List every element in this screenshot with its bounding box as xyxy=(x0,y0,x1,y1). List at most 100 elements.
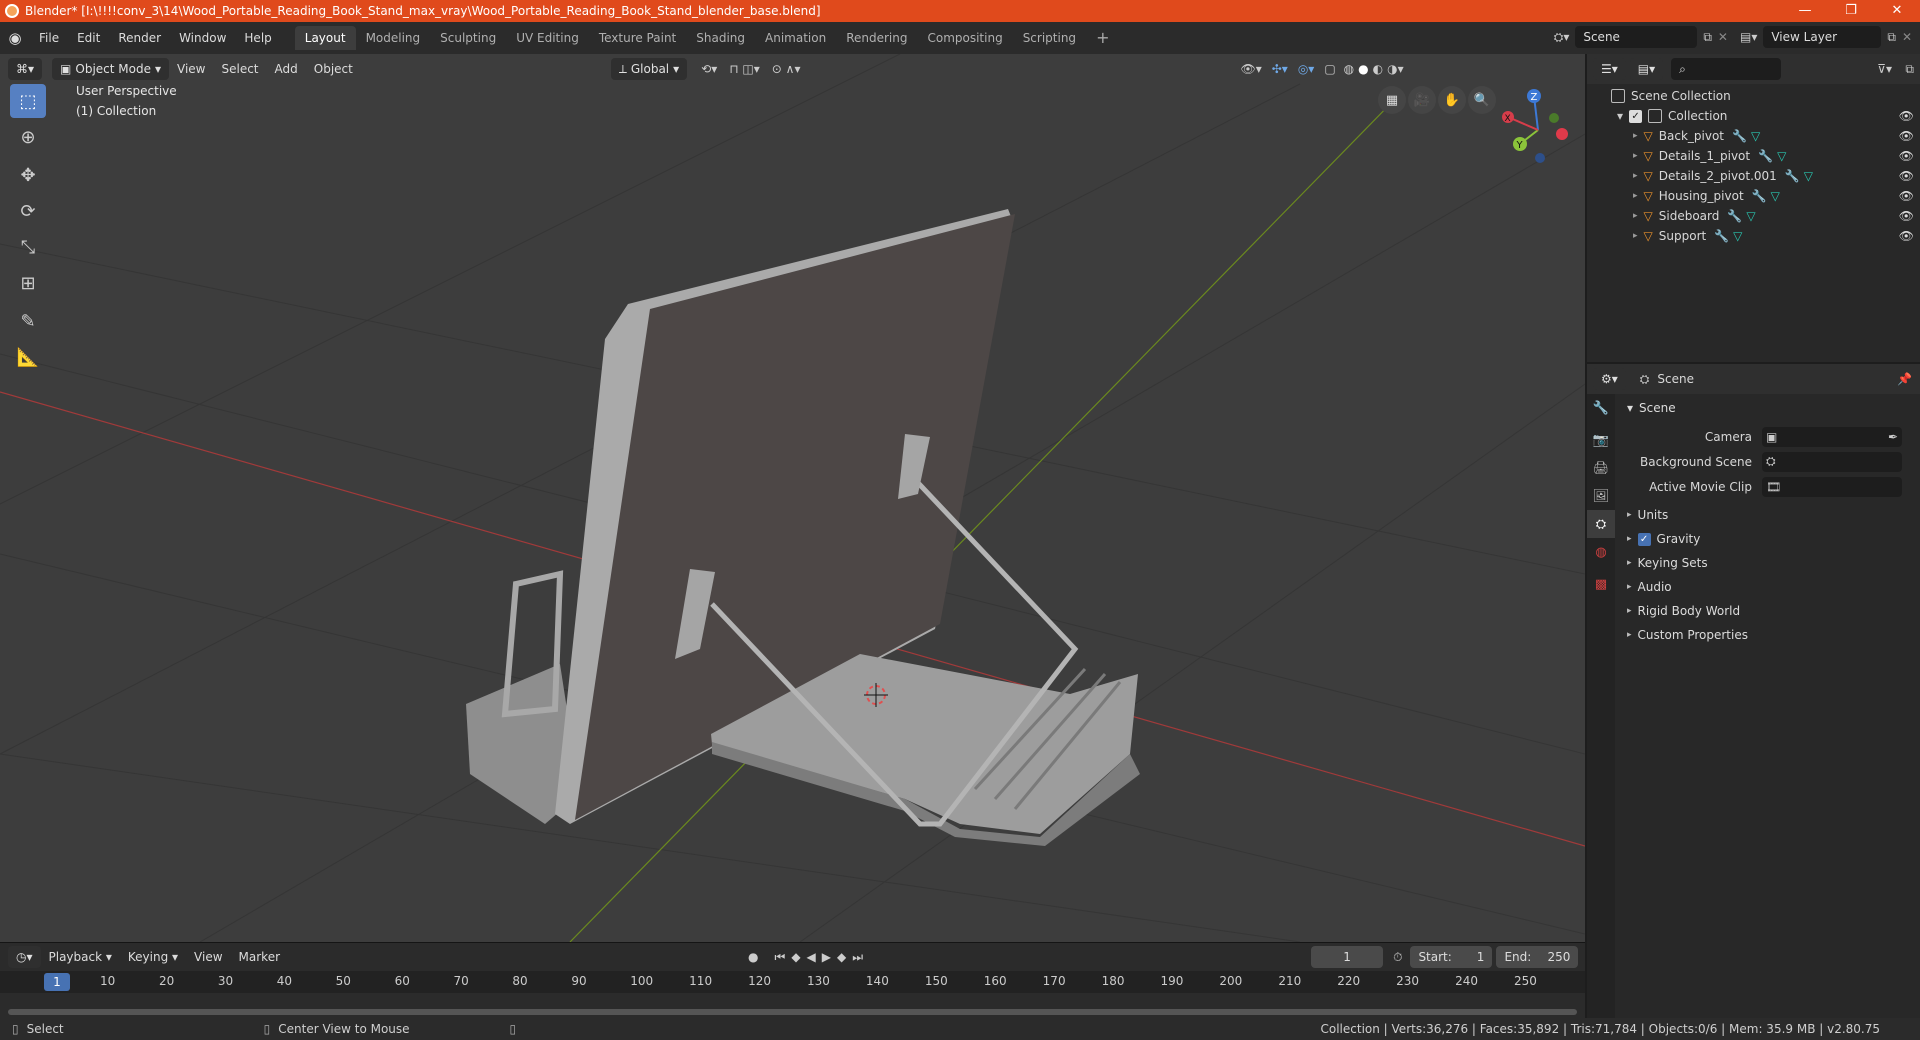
collapse-collection-icon[interactable]: ▾ xyxy=(1617,109,1623,123)
new-collection-icon[interactable]: ⧉ xyxy=(1905,62,1914,77)
shading-solid-icon[interactable]: ● xyxy=(1358,62,1368,76)
cursor-tool-icon[interactable]: ⊕ xyxy=(10,120,46,154)
tab-rendering[interactable]: Rendering xyxy=(836,26,917,50)
stopwatch-icon[interactable]: ⏱ xyxy=(1393,950,1402,965)
modifier-icon[interactable]: 🔧 xyxy=(1732,129,1747,143)
visibility-eye-icon[interactable]: 👁 xyxy=(1899,129,1914,143)
end-frame-field[interactable]: End: 250 xyxy=(1496,946,1579,968)
tab-texture-paint[interactable]: Texture Paint xyxy=(589,26,686,50)
expand-item-icon[interactable]: ▸ xyxy=(1633,171,1638,181)
output-tab-icon[interactable]: 🖨 xyxy=(1587,454,1615,482)
scene-collection-row[interactable]: Scene Collection xyxy=(1587,86,1920,106)
outliner-editor-type-button[interactable]: ☰▾ xyxy=(1593,58,1626,80)
current-frame-field[interactable]: 1 xyxy=(1311,946,1384,968)
camera-view-icon[interactable]: 🎥 xyxy=(1408,86,1436,114)
menu-window[interactable]: Window xyxy=(170,22,235,54)
play-reverse-button[interactable]: ◀ xyxy=(807,950,816,964)
timeline-frame-ruler[interactable]: 1 10 20 30 40 50 60 70 80 90 100 110 120 130 140 150 160… xyxy=(0,971,1585,993)
scene-tab-icon[interactable]: ⛭ xyxy=(1587,510,1615,538)
jump-end-button[interactable]: ⏭ xyxy=(852,950,863,965)
view-layer-tab-icon[interactable]: 🖼 xyxy=(1587,482,1615,510)
tab-uv-editing[interactable]: UV Editing xyxy=(506,26,589,50)
outliner-item[interactable]: ▸ ▽ Details_2_pivot.001 🔧 ▽ 👁 xyxy=(1587,166,1920,186)
mesh-data-icon[interactable]: ▽ xyxy=(1771,189,1780,203)
outliner-item[interactable]: ▸ ▽ Support 🔧 ▽ 👁 xyxy=(1587,226,1920,246)
menu-render[interactable]: Render xyxy=(109,22,170,54)
expand-item-icon[interactable]: ▸ xyxy=(1633,191,1638,201)
shading-material-icon[interactable]: ◐ xyxy=(1373,62,1383,76)
new-scene-icon[interactable]: ⧉ xyxy=(1703,30,1712,45)
expand-item-icon[interactable]: ▸ xyxy=(1633,131,1638,141)
minimize-button[interactable]: — xyxy=(1782,0,1828,22)
world-tab-icon[interactable]: ◍ xyxy=(1587,538,1615,566)
camera-field[interactable]: ▣ ✒ xyxy=(1762,426,1902,447)
expand-item-icon[interactable]: ▸ xyxy=(1633,151,1638,161)
new-view-layer-icon[interactable]: ⧉ xyxy=(1887,30,1896,45)
expand-item-icon[interactable]: ▸ xyxy=(1633,211,1638,221)
prev-keyframe-button[interactable]: ◆ xyxy=(791,950,800,964)
collection-checkbox[interactable]: ✓ xyxy=(1629,109,1643,123)
modifier-icon[interactable]: 🔧 xyxy=(1752,189,1767,203)
pivot-point-icon[interactable]: ⟲▾ xyxy=(701,62,717,76)
menu-edit[interactable]: Edit xyxy=(68,22,109,54)
modifier-icon[interactable]: 🔧 xyxy=(1714,229,1729,243)
visibility-eye-icon[interactable]: 👁 xyxy=(1899,229,1914,243)
start-frame-field[interactable]: Start: 1 xyxy=(1410,946,1493,968)
properties-section[interactable]: ▸ ✓ Gravity xyxy=(1617,527,1920,551)
mode-selector[interactable]: ▣ Object Mode ▾ xyxy=(52,58,169,80)
viewport-menu-object[interactable]: Object xyxy=(306,62,361,76)
menu-file[interactable]: File xyxy=(30,22,68,54)
add-workspace-button[interactable]: + xyxy=(1086,26,1119,50)
properties-section[interactable]: ▸ Rigid Body World xyxy=(1617,599,1920,623)
gizmo-toggle-icon[interactable]: ✣▾ xyxy=(1272,62,1288,76)
select-box-tool-icon[interactable]: ⬚ xyxy=(10,84,46,118)
tab-modeling[interactable]: Modeling xyxy=(356,26,431,50)
record-button[interactable]: ● xyxy=(748,950,758,964)
visibility-icon[interactable]: 👁▾ xyxy=(1240,62,1261,76)
viewport-menu-view[interactable]: View xyxy=(169,62,213,76)
mesh-data-icon[interactable]: ▽ xyxy=(1733,229,1742,243)
properties-section[interactable]: ▸ Audio xyxy=(1617,575,1920,599)
properties-section[interactable]: ▸ Keying Sets xyxy=(1617,551,1920,575)
scene-icon[interactable]: ⛭▾ xyxy=(1554,30,1570,45)
outliner-search-input[interactable]: ⌕ xyxy=(1671,58,1782,80)
rotate-tool-icon[interactable]: ⟳ xyxy=(10,194,46,228)
texture-tab-icon[interactable]: ▩ xyxy=(1587,570,1615,598)
modifier-icon[interactable]: 🔧 xyxy=(1727,209,1742,223)
timeline-menu-keying[interactable]: Keying ▾ xyxy=(120,950,186,964)
outliner-item[interactable]: ▸ ▽ Sideboard 🔧 ▽ 👁 xyxy=(1587,206,1920,226)
timeline-menu-playback[interactable]: Playback ▾ xyxy=(41,950,120,964)
collection-row[interactable]: ▾ ✓ Collection 👁 xyxy=(1587,106,1920,126)
play-button[interactable]: ▶ xyxy=(822,950,831,964)
proportional-edit-icon[interactable]: ⊙ ∧▾ xyxy=(772,62,801,76)
editor-type-button[interactable]: ⌘▾ xyxy=(8,58,43,80)
tab-shading[interactable]: Shading xyxy=(686,26,755,50)
measure-tool-icon[interactable]: 📐 xyxy=(10,340,46,374)
zoom-view-icon[interactable]: 🔍 xyxy=(1468,86,1496,114)
menu-help[interactable]: Help xyxy=(235,22,280,54)
modifier-icon[interactable]: 🔧 xyxy=(1758,149,1773,163)
3d-viewport[interactable]: ⌘▾ ▣ Object Mode ▾ View Select Add Objec… xyxy=(0,54,1585,942)
properties-editor-type-button[interactable]: ⚙▾ xyxy=(1593,368,1626,390)
overlay-toggle-icon[interactable]: ◎▾ xyxy=(1298,62,1315,76)
move-tool-icon[interactable]: ✥ xyxy=(10,158,46,192)
pin-icon[interactable]: 📌 xyxy=(1897,372,1912,386)
blender-menu-icon[interactable]: ◉ xyxy=(0,29,30,47)
mesh-data-icon[interactable]: ▽ xyxy=(1751,129,1760,143)
viewport-menu-select[interactable]: Select xyxy=(213,62,266,76)
navigation-gizmo[interactable]: Z Y X xyxy=(1500,84,1580,164)
visibility-eye-icon[interactable]: 👁 xyxy=(1899,209,1914,223)
scale-tool-icon[interactable]: ⤡ xyxy=(10,230,46,264)
remove-view-layer-icon[interactable]: ✕ xyxy=(1902,30,1912,44)
pan-view-icon[interactable]: ✋ xyxy=(1438,86,1466,114)
expand-item-icon[interactable]: ▸ xyxy=(1633,231,1638,241)
properties-section[interactable]: ▸ Units xyxy=(1617,503,1920,527)
next-keyframe-button[interactable]: ◆ xyxy=(837,950,846,964)
snap-icon[interactable]: ⊓ ◫▾ xyxy=(729,62,760,76)
properties-section[interactable]: ▸ Custom Properties xyxy=(1617,623,1920,647)
viewport-menu-add[interactable]: Add xyxy=(267,62,306,76)
eyedropper-icon[interactable]: ✒ xyxy=(1888,430,1898,444)
transform-orientation-selector[interactable]: ⟂ Global ▾ xyxy=(610,58,688,80)
shading-rendered-icon[interactable]: ◑▾ xyxy=(1387,62,1404,76)
filter-icon[interactable]: ⊽▾ xyxy=(1877,62,1892,76)
